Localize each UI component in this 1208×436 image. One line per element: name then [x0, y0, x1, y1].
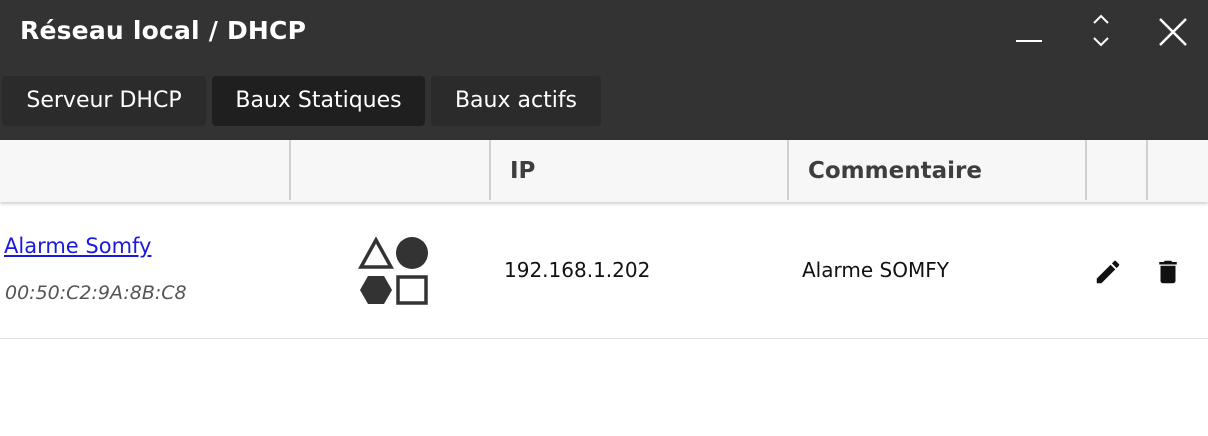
window-titlebar: Réseau local / DHCP Serveur DHCP Baux St… [0, 0, 1208, 140]
table-header: IP Commentaire [0, 140, 1208, 202]
mac-address: 00:50:C2:9A:8B:C8 [5, 282, 187, 304]
tab-active-leases[interactable]: Baux actifs [431, 76, 601, 126]
column-divider [289, 140, 291, 200]
column-divider [1146, 140, 1148, 200]
column-header-ip[interactable]: IP [510, 140, 535, 202]
minimize-icon [1016, 40, 1042, 42]
window-title: Réseau local / DHCP [20, 16, 307, 45]
device-type-shapes-icon [358, 236, 428, 305]
delete-icon [1159, 260, 1177, 284]
column-divider [489, 140, 491, 200]
minimize-button[interactable] [1006, 10, 1052, 56]
edit-icon [1096, 260, 1120, 284]
expand-collapse-button[interactable] [1078, 10, 1124, 56]
tab-dhcp-server[interactable]: Serveur DHCP [2, 76, 206, 126]
table-row: Alarme Somfy 00:50:C2:9A:8B:C8 192.168.1… [0, 204, 1208, 339]
edit-button[interactable] [1093, 257, 1123, 287]
column-divider [787, 140, 789, 200]
expand-collapse-icon [1093, 14, 1109, 47]
tab-static-leases[interactable]: Baux Statiques [212, 76, 425, 126]
column-header-comment[interactable]: Commentaire [808, 140, 982, 202]
device-name-link[interactable]: Alarme Somfy [4, 234, 151, 258]
close-icon [1159, 18, 1187, 46]
comment-text: Alarme SOMFY [802, 258, 949, 282]
ip-address: 192.168.1.202 [504, 258, 651, 282]
close-button[interactable] [1150, 10, 1196, 56]
column-divider [1085, 140, 1087, 200]
delete-button[interactable] [1153, 257, 1183, 287]
